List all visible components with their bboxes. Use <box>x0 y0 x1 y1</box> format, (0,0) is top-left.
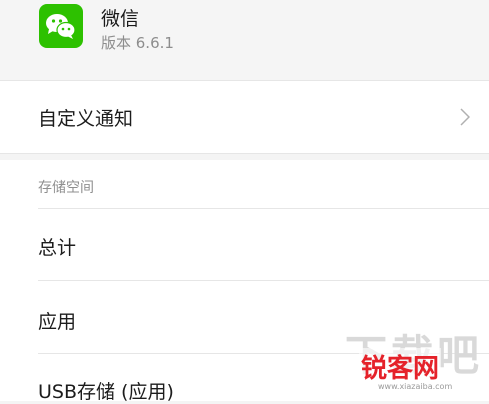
custom-notification-row[interactable]: 自定义通知 <box>0 80 489 154</box>
watermark: 下载吧 锐客网 www.xiazaiba.com <box>345 322 489 401</box>
app-version: 版本 6.6.1 <box>101 34 174 52</box>
chevron-right-icon <box>460 108 471 130</box>
storage-item-usb[interactable]: USB存储 (应用) <box>38 377 174 404</box>
app-header: 微信 版本 6.6.1 <box>0 0 489 80</box>
custom-notification-label: 自定义通知 <box>38 108 134 130</box>
divider <box>38 208 489 209</box>
storage-section-header: 存储空间 <box>38 180 94 196</box>
watermark-url: www.xiazaiba.com <box>378 382 453 391</box>
watermark-brand: 锐客网 <box>359 348 442 385</box>
storage-item-app[interactable]: 应用 <box>38 307 76 334</box>
wechat-icon <box>39 4 83 48</box>
storage-item-total[interactable]: 总计 <box>38 233 76 260</box>
app-name: 微信 <box>101 8 140 30</box>
divider <box>38 280 489 281</box>
